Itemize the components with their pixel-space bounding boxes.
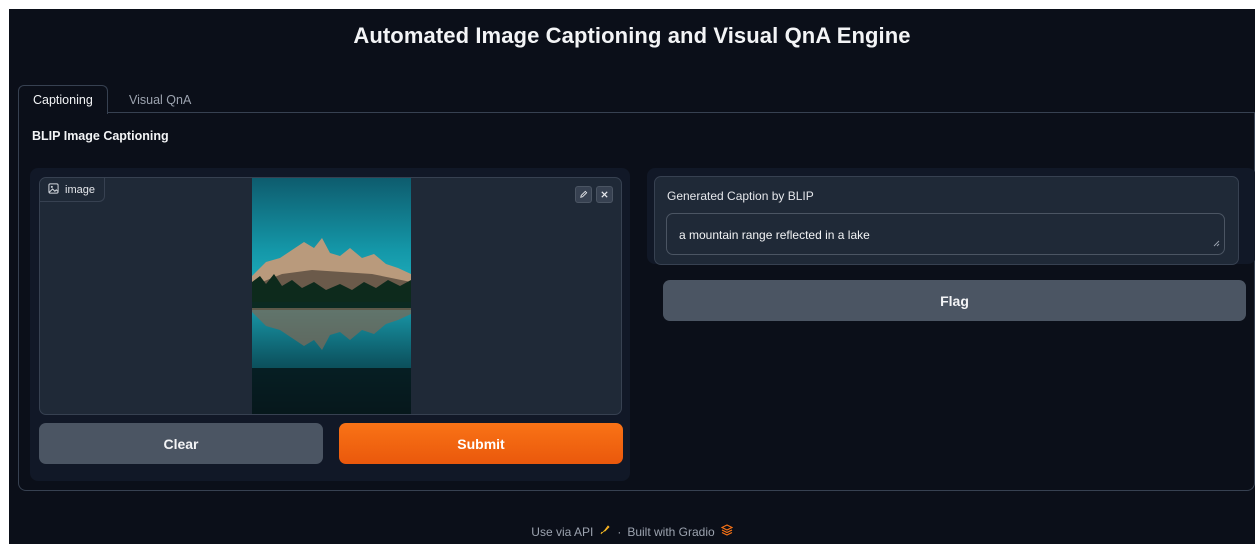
caption-output-textbox[interactable]: a mountain range reflected in a lake: [666, 213, 1225, 255]
caption-output-block: Generated Caption by BLIP a mountain ran…: [654, 176, 1239, 265]
page-title: Automated Image Captioning and Visual Qn…: [353, 23, 911, 48]
caption-output-label: Generated Caption by BLIP: [667, 189, 814, 203]
footer: Use via API · Built with Gradio: [9, 524, 1255, 539]
clear-button[interactable]: Clear: [39, 423, 323, 464]
section-heading: BLIP Image Captioning: [32, 129, 169, 143]
tab-visual-qna[interactable]: Visual QnA: [114, 85, 206, 114]
flag-button[interactable]: Flag: [663, 280, 1246, 321]
resize-handle-icon[interactable]: [1213, 236, 1220, 250]
image-upload-area[interactable]: image: [39, 177, 622, 415]
rocket-icon: [599, 524, 611, 539]
output-column: Generated Caption by BLIP a mountain ran…: [647, 168, 1255, 265]
uploaded-image: [252, 178, 411, 414]
image-icon: [48, 182, 59, 197]
input-column: image Clear Submit: [30, 168, 630, 481]
use-via-api-link[interactable]: Use via API: [531, 525, 593, 539]
submit-button[interactable]: Submit: [339, 423, 623, 464]
image-block-label: image: [40, 178, 105, 202]
pencil-icon[interactable]: [575, 186, 592, 203]
caption-text: a mountain range reflected in a lake: [679, 228, 870, 242]
tab-captioning[interactable]: Captioning: [18, 85, 108, 114]
close-icon[interactable]: [596, 186, 613, 203]
gradio-logo-icon: [720, 524, 734, 539]
gradio-app: Automated Image Captioning and Visual Qn…: [9, 9, 1255, 544]
tab-panel-captioning: BLIP Image Captioning image Clear Submit…: [18, 113, 1255, 491]
footer-separator: ·: [617, 524, 622, 539]
built-with-gradio-link[interactable]: Built with Gradio: [627, 525, 714, 539]
tab-bar: Captioning Visual QnA: [18, 85, 1255, 114]
image-label-text: image: [65, 183, 95, 196]
